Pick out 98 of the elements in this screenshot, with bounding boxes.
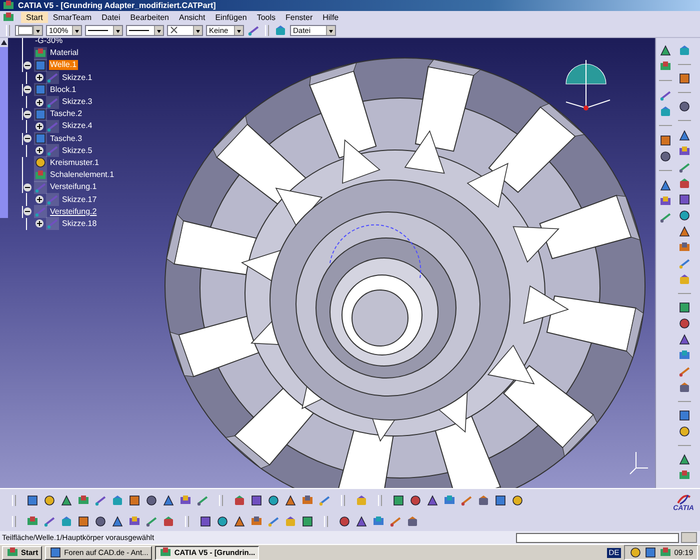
tool-icon[interactable] bbox=[43, 494, 56, 507]
tool-icon[interactable] bbox=[26, 494, 39, 507]
menu-item[interactable]: Datei bbox=[96, 12, 126, 22]
window-icon bbox=[159, 546, 172, 559]
tool-icon[interactable] bbox=[678, 316, 691, 330]
expand-icon[interactable] bbox=[35, 219, 44, 228]
tray-icon[interactable] bbox=[644, 546, 658, 559]
tool-icon[interactable] bbox=[301, 515, 314, 528]
tool-icon[interactable] bbox=[659, 150, 672, 163]
collapse-icon[interactable] bbox=[23, 110, 32, 119]
tree-item[interactable]: Skizze.3 bbox=[61, 97, 94, 108]
tool-icon[interactable] bbox=[392, 494, 405, 507]
tool-icon[interactable] bbox=[426, 494, 439, 507]
tree-item[interactable]: Kreismuster.1 bbox=[49, 158, 100, 168]
tool-icon[interactable] bbox=[678, 208, 691, 222]
menu-item[interactable]: Bearbeiten bbox=[125, 12, 174, 22]
tool-icon[interactable] bbox=[678, 100, 691, 114]
window-icon bbox=[49, 546, 62, 559]
tree-item[interactable]: Schalenelement.1 bbox=[49, 170, 116, 180]
tree-item[interactable]: Tasche.2 bbox=[49, 109, 84, 120]
tool-icon[interactable] bbox=[94, 515, 107, 528]
tool-icon[interactable] bbox=[409, 494, 422, 507]
menu-item[interactable]: Einfügen bbox=[210, 12, 252, 22]
tool-icon[interactable] bbox=[145, 494, 158, 507]
tool-icon[interactable] bbox=[284, 494, 297, 507]
tool-icon[interactable] bbox=[216, 515, 229, 528]
color-dropdown[interactable] bbox=[15, 24, 43, 36]
tree-item[interactable]: Skizze.17 bbox=[61, 194, 98, 205]
expand-icon[interactable] bbox=[35, 195, 44, 204]
tree-item[interactable]: Material bbox=[49, 48, 80, 58]
tool-icon[interactable] bbox=[60, 494, 73, 507]
tool-icon[interactable] bbox=[355, 515, 368, 528]
tool-icon[interactable] bbox=[678, 192, 691, 206]
line-dropdown[interactable] bbox=[85, 24, 123, 36]
tool-icon[interactable] bbox=[111, 515, 124, 528]
tool-icon[interactable] bbox=[678, 424, 691, 438]
expand-icon[interactable] bbox=[35, 98, 44, 107]
menu-item[interactable]: Tools bbox=[252, 12, 280, 22]
tool-icon[interactable] bbox=[77, 515, 90, 528]
tool-icon[interactable] bbox=[678, 408, 691, 422]
menu-item[interactable]: SmarTeam bbox=[48, 12, 97, 22]
tool-icon[interactable] bbox=[678, 453, 691, 466]
sketch-icon bbox=[46, 217, 59, 230]
tool-icon[interactable] bbox=[678, 224, 691, 238]
collapse-icon[interactable] bbox=[23, 85, 32, 94]
expand-icon[interactable] bbox=[35, 122, 44, 131]
cross-dropdown[interactable] bbox=[167, 24, 203, 36]
tool-icon[interactable] bbox=[250, 494, 263, 507]
tree-item[interactable]: Skizze.18 bbox=[61, 218, 98, 229]
expand-icon[interactable] bbox=[35, 73, 44, 82]
tool-icon[interactable] bbox=[659, 179, 672, 192]
menu-item[interactable]: Fenster bbox=[280, 12, 318, 22]
tool-icon[interactable] bbox=[338, 515, 351, 528]
tool-icon[interactable] bbox=[162, 494, 175, 507]
tree-item[interactable]: Block.1 bbox=[49, 84, 78, 95]
tool-icon[interactable] bbox=[678, 332, 691, 346]
app-icon bbox=[2, 10, 15, 24]
app-icon bbox=[2, 0, 15, 12]
collapse-icon[interactable] bbox=[23, 60, 32, 70]
collapse-icon[interactable] bbox=[23, 182, 32, 192]
sketch-icon bbox=[46, 71, 59, 84]
tree-item[interactable]: Versteifung.1 bbox=[49, 182, 98, 192]
tree-item[interactable]: Tasche.3 bbox=[49, 134, 84, 144]
tool-icon[interactable] bbox=[199, 515, 212, 528]
tool-icon[interactable] bbox=[233, 515, 246, 528]
collapse-icon[interactable] bbox=[23, 134, 32, 144]
compass-icon[interactable] bbox=[566, 60, 610, 110]
expand-icon[interactable] bbox=[35, 146, 44, 156]
scroll-up-icon[interactable] bbox=[0, 38, 8, 47]
tool-icon[interactable] bbox=[659, 44, 672, 57]
tool-icon[interactable] bbox=[267, 494, 280, 507]
tree-item[interactable]: Skizze.4 bbox=[61, 121, 94, 132]
tree-item[interactable]: Skizze.5 bbox=[61, 146, 94, 156]
line-dropdown[interactable] bbox=[126, 24, 164, 36]
tool-icon[interactable] bbox=[678, 300, 691, 314]
sketch-icon bbox=[46, 96, 59, 109]
sketch-icon bbox=[46, 120, 59, 133]
window-title: CATIA V5 - [Grundring Adapter_modifiziert.CATPart] bbox=[18, 1, 216, 10]
tool-icon[interactable] bbox=[128, 494, 141, 507]
collapse-icon[interactable] bbox=[23, 207, 32, 216]
tree-scrollbar[interactable] bbox=[0, 38, 8, 218]
logo-icon bbox=[676, 493, 692, 505]
tool-icon[interactable] bbox=[678, 72, 691, 86]
menu-item[interactable]: Start bbox=[21, 12, 48, 22]
tool-icon[interactable] bbox=[511, 494, 524, 507]
tool-icon[interactable] bbox=[494, 494, 507, 507]
tool-icon[interactable] bbox=[659, 134, 672, 147]
sketch-icon bbox=[46, 144, 59, 158]
command-input-field[interactable] bbox=[516, 532, 679, 542]
tree-item[interactable]: Versteifung.2 bbox=[49, 206, 98, 217]
sketch-icon bbox=[46, 193, 59, 206]
tree-item[interactable]: Skizze.1 bbox=[61, 72, 94, 83]
axis-triad-icon bbox=[630, 452, 648, 474]
tray-icon[interactable] bbox=[629, 546, 642, 559]
menu-item[interactable]: Hilfe bbox=[318, 12, 344, 22]
menu-item[interactable]: Ansicht bbox=[174, 12, 210, 22]
tool-icon[interactable] bbox=[678, 128, 691, 142]
cross-icon bbox=[170, 26, 178, 34]
